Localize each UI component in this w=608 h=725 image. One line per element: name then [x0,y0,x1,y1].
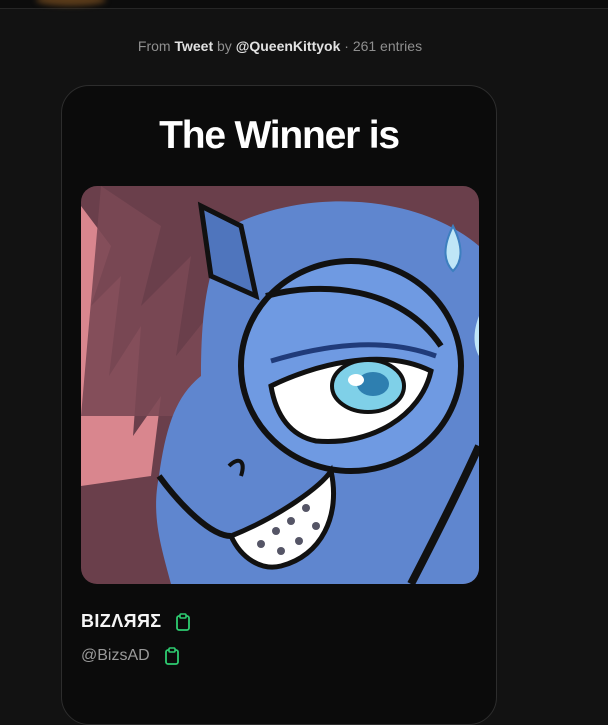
winner-avatar [81,186,479,584]
winner-card: The Winner is BIZΛЯЯΣ @BizsAD [61,85,497,725]
winner-handle-row: @BizsAD [81,647,181,665]
source-author[interactable]: @QueenKittyok [236,38,341,54]
source-line: From Tweet by @QueenKittyok · 261 entrie… [0,38,560,54]
source-type: Tweet [174,38,214,54]
source-by: by [217,38,232,54]
top-strip [0,0,608,9]
source-separator: · [344,38,349,54]
source-prefix: From [137,38,171,54]
copy-name-clipboard-icon[interactable] [174,612,192,631]
top-strip-glow [36,0,106,6]
card-title: The Winner is [159,114,400,157]
winner-display-name: BIZΛЯЯΣ [81,611,162,631]
copy-handle-clipboard-icon[interactable] [163,647,181,665]
winner-name-row: BIZΛЯЯΣ [81,611,192,632]
winner-handle[interactable]: @BizsAD [81,647,150,665]
entries-count: 261 entries [352,38,423,54]
